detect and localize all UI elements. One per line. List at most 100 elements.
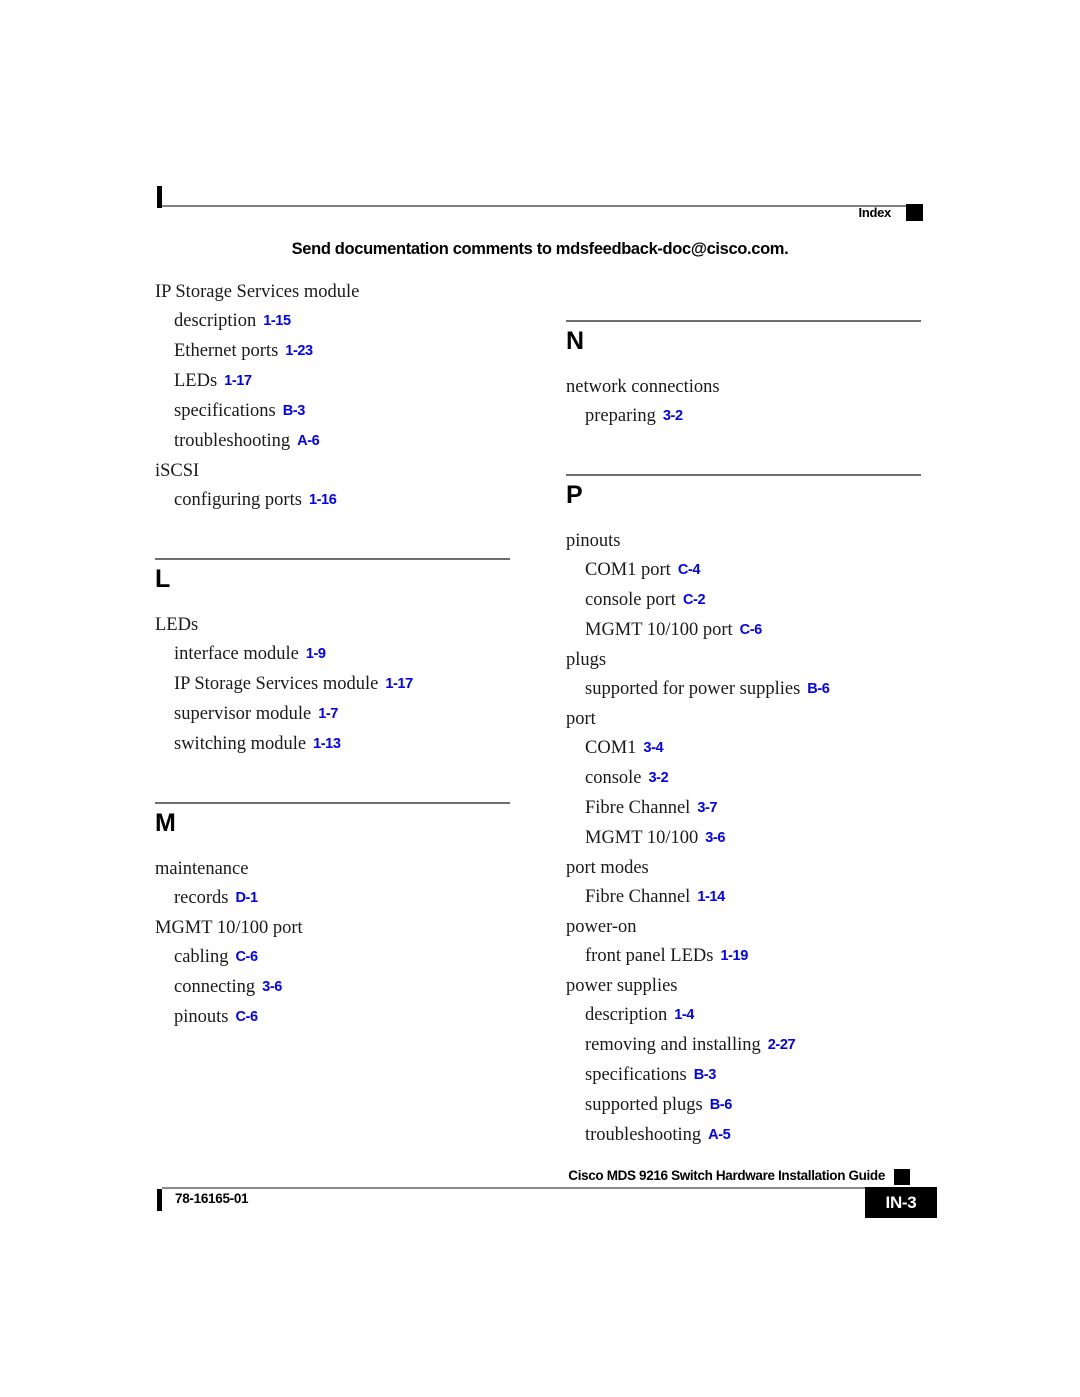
index-section-p: Ppinouts COM1 port C-4 console port C-2 MGMT … [566,474,926,1151]
index-page-reference[interactable]: 3-4 [643,740,663,756]
index-page-reference[interactable]: 1-16 [309,492,337,508]
index-entry-term: pinouts [174,1007,229,1027]
footer-tick-mark [157,1189,162,1211]
index-entry-sub[interactable]: interface module 1-9 [155,640,515,670]
index-entry-term: Fibre Channel [585,798,691,818]
index-page-reference[interactable]: 3-2 [649,770,669,786]
index-entry-sub[interactable]: pinouts C-6 [155,1003,515,1033]
index-page-reference[interactable]: B-6 [807,681,830,697]
index-page-reference[interactable]: C-6 [235,949,258,965]
index-entry-term: Ethernet ports [174,341,279,361]
index-entry-term: COM1 port [585,560,671,580]
index-page-reference[interactable]: 2-27 [768,1037,796,1053]
index-entry-sub[interactable]: description 1-15 [155,307,515,337]
index-page-reference[interactable]: 1-17 [385,676,413,692]
index-page-reference[interactable]: A-6 [297,433,320,449]
index-entry-term: configuring ports [174,490,302,510]
section-divider-rule [155,558,510,560]
index-entry-term: port [566,709,596,729]
index-entry-sub[interactable]: troubleshooting A-5 [566,1121,926,1151]
index-entry-sub[interactable]: supported for power supplies B-6 [566,675,926,705]
index-entry-sub[interactable]: preparing 3-2 [566,402,926,432]
index-section-l: L LEDs interface module 1-9 IP Storage Servi… [155,558,515,760]
index-entry-sub[interactable]: MGMT 10/100 port C-6 [566,616,926,646]
index-entry-sub[interactable]: COM1 3-4 [566,734,926,764]
index-page-reference[interactable]: 3-2 [663,408,683,424]
index-entry-main: network connections [566,373,926,402]
index-page-reference[interactable]: 1-13 [313,736,341,752]
index-entry-sub[interactable]: MGMT 10/100 3-6 [566,824,926,854]
index-entry-sub[interactable]: cabling C-6 [155,943,515,973]
index-page-reference[interactable]: 1-4 [674,1007,694,1023]
index-entry-term: specifications [174,401,276,421]
index-page-reference[interactable]: 3-7 [697,800,717,816]
index-entry-term: MGMT 10/100 port [585,620,733,640]
index-entry-sub[interactable]: description 1-4 [566,1001,926,1031]
index-page-reference[interactable]: 1-15 [263,313,291,329]
index-entry-sub[interactable]: console 3-2 [566,764,926,794]
index-entry-sub[interactable]: records D-1 [155,884,515,914]
index-page-reference[interactable]: 3-6 [262,979,282,995]
index-page-reference[interactable]: 1-9 [306,646,326,662]
index-page-reference[interactable]: 1-19 [720,948,748,964]
index-entry-main: plugs [566,646,926,675]
index-page-reference[interactable]: 1-7 [318,706,338,722]
index-page-reference[interactable]: A-5 [708,1127,731,1143]
index-entry-sub[interactable]: switching module 1-13 [155,730,515,760]
page-header: Index [157,186,923,226]
section-letter-heading: P [566,481,583,509]
index-entry-term: switching module [174,734,307,754]
index-entry-sub[interactable]: LEDs 1-17 [155,367,515,397]
index-page-reference[interactable]: 1-14 [697,889,725,905]
index-page-reference[interactable]: B-6 [710,1097,733,1113]
index-entry-term: Fibre Channel [585,887,691,907]
index-entry-term: plugs [566,650,607,670]
index-page-reference[interactable]: C-4 [678,562,701,578]
index-page-reference[interactable]: C-6 [740,622,763,638]
index-entry-sub[interactable]: connecting 3-6 [155,973,515,1003]
section-letter-heading: L [155,565,170,593]
index-page-reference[interactable]: 1-17 [224,373,252,389]
index-entry-term: preparing [585,406,656,426]
index-entry-term: LEDs [155,615,199,635]
header-section-label: Index [858,205,892,220]
index-entry-term: pinouts [566,531,621,551]
index-entry-sub[interactable]: supported plugs B-6 [566,1091,926,1121]
section-divider-rule [155,802,510,804]
index-column-right: Nnetwork connections preparing 3-2 Ppinouts… [566,278,926,1151]
index-entry-term: supervisor module [174,704,312,724]
index-entry-sub[interactable]: Fibre Channel 3-7 [566,794,926,824]
index-page-reference[interactable]: B-3 [694,1067,717,1083]
index-page-reference[interactable]: D-1 [235,890,258,906]
index-page-reference[interactable]: 3-6 [705,830,725,846]
index-entry-sub[interactable]: supervisor module 1-7 [155,700,515,730]
index-entry-term: IP Storage Services module [155,282,360,302]
index-column-left: IP Storage Services module description 1-1… [155,278,515,1033]
index-page-reference[interactable]: B-3 [283,403,306,419]
index-section-n: Nnetwork connections preparing 3-2 [566,320,926,432]
index-entry-sub[interactable]: console port C-2 [566,586,926,616]
index-page-reference[interactable]: C-2 [683,592,706,608]
index-entry-sub[interactable]: front panel LEDs 1-19 [566,942,926,972]
index-entry-sub[interactable]: Fibre Channel 1-14 [566,883,926,913]
index-entry-sub[interactable]: IP Storage Services module 1-17 [155,670,515,700]
index-entry-term: records [174,888,229,908]
index-entry-sub[interactable]: COM1 port C-4 [566,556,926,586]
header-rule [162,205,923,207]
section-divider-rule [566,474,921,476]
index-page-reference[interactable]: 1-23 [285,343,313,359]
index-entry-main: LEDs [155,611,515,640]
index-entry-main: iSCSI [155,457,515,486]
index-entry-sub[interactable]: troubleshooting A-6 [155,427,515,457]
index-entry-main: port modes [566,854,926,883]
index-entry-sub[interactable]: Ethernet ports 1-23 [155,337,515,367]
index-page-reference[interactable]: C-6 [235,1009,258,1025]
footer-marker-square [894,1169,910,1185]
index-entry-sub[interactable]: specifications B-3 [566,1061,926,1091]
index-entry-term: removing and installing [585,1035,761,1055]
index-entry-term: maintenance [155,859,249,879]
index-entry-term: MGMT 10/100 port [155,918,303,938]
index-entry-sub[interactable]: removing and installing 2-27 [566,1031,926,1061]
index-entry-sub[interactable]: specifications B-3 [155,397,515,427]
index-entry-sub[interactable]: configuring ports 1-16 [155,486,515,516]
